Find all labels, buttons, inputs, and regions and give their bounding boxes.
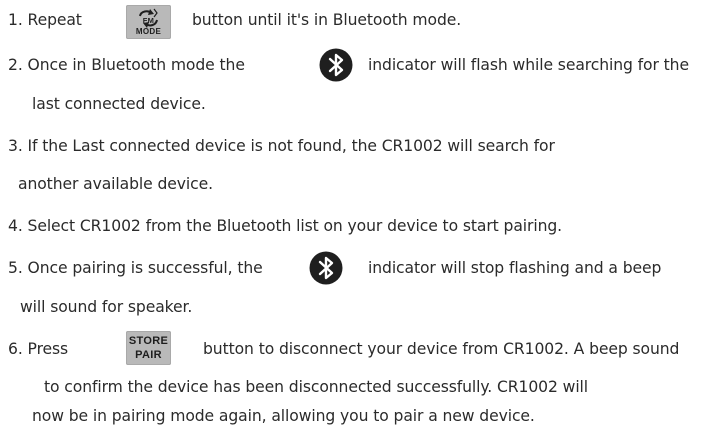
step-6-line-1: 6. Press: [8, 339, 68, 359]
step-6-text-cont: button to disconnect your device from CR…: [203, 340, 680, 358]
step-6-text-line-2: to confirm the device has been disconnec…: [44, 378, 589, 396]
step-4-text: 4. Select CR1002 from the Bluetooth list…: [8, 217, 563, 235]
store-pair-top-label: STORE: [128, 335, 169, 347]
step-3-line-2: another available device.: [18, 174, 213, 194]
step-6-line-3: now be in pairing mode again, allowing y…: [32, 406, 535, 426]
store-pair-button-icon: STORE PAIR: [126, 331, 171, 365]
step-2-text-line-2: last connected device.: [32, 95, 206, 113]
fm-mode-top-label: FM: [142, 16, 155, 25]
step-3-text: 3. If the Last connected device is not f…: [8, 137, 555, 155]
bluetooth-icon: [309, 251, 343, 285]
step-2-line-2: last connected device.: [32, 94, 206, 114]
step-2-line-1-cont: indicator will flash while searching for…: [368, 55, 689, 75]
step-1-line-1-cont: button until it's in Bluetooth mode.: [192, 10, 461, 30]
step-5-text-cont: indicator will stop flashing and a beep: [368, 259, 662, 277]
step-1-line-1: 1. Repeat: [8, 10, 82, 30]
step-5-line-2: will sound for speaker.: [20, 297, 192, 317]
step-6-line-2: to confirm the device has been disconnec…: [44, 377, 588, 397]
step-2-text-cont: indicator will flash while searching for…: [368, 56, 689, 74]
step-5-line-1-cont: indicator will stop flashing and a beep: [368, 258, 661, 278]
step-2-text: 2. Once in Bluetooth mode the: [8, 56, 245, 74]
step-1-text: 1. Repeat: [8, 11, 82, 29]
bluetooth-icon: [319, 48, 353, 82]
step-5-text: 5. Once pairing is successful, the: [8, 259, 263, 277]
step-5-text-line-2: will sound for speaker.: [20, 298, 193, 316]
step-5-line-1: 5. Once pairing is successful, the: [8, 258, 263, 278]
step-3-text-line-2: another available device.: [18, 175, 213, 193]
store-pair-bottom-label: PAIR: [135, 349, 162, 361]
step-6-line-1-cont: button to disconnect your device from CR…: [203, 339, 679, 359]
step-6-text: 6. Press: [8, 340, 69, 358]
step-3-line-1: 3. If the Last connected device is not f…: [8, 136, 555, 156]
step-6-text-line-3: now be in pairing mode again, allowing y…: [32, 407, 535, 425]
fm-mode-bottom-label: MODE: [135, 27, 162, 36]
step-2-line-1: 2. Once in Bluetooth mode the: [8, 55, 245, 75]
fm-mode-button-icon: FM MODE: [126, 5, 171, 39]
step-4-line-1: 4. Select CR1002 from the Bluetooth list…: [8, 216, 562, 236]
step-1-text-cont: button until it's in Bluetooth mode.: [192, 11, 462, 29]
